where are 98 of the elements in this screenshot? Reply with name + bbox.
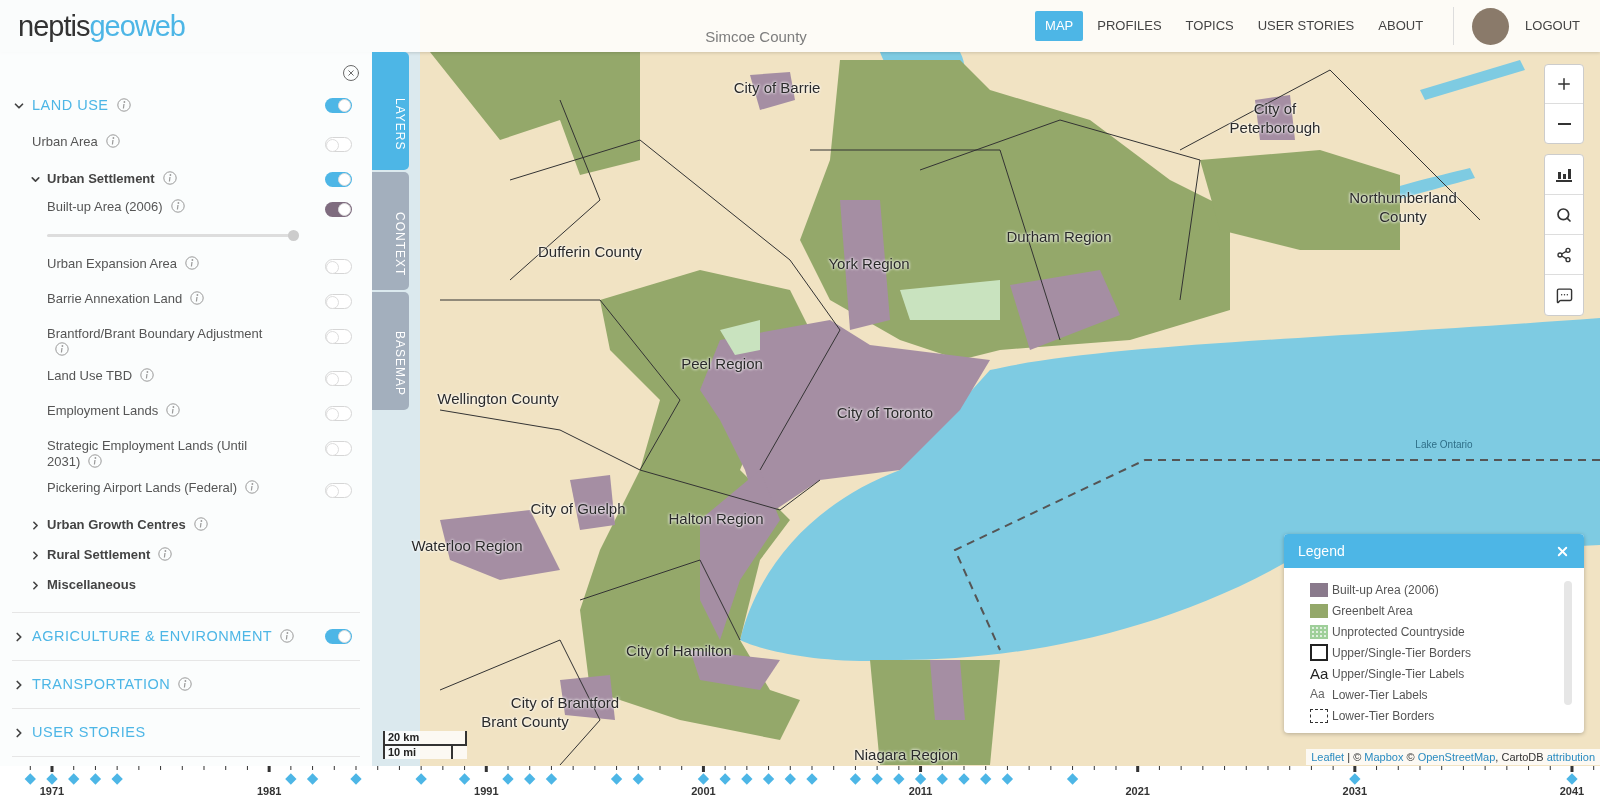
info-icon[interactable]	[185, 256, 200, 270]
minus-icon	[1557, 122, 1571, 125]
timeline-year[interactable]: 2011	[900, 783, 941, 799]
map-label: Durham Region	[1006, 226, 1112, 246]
layer-group-label[interactable]: Urban Growth Centres	[47, 517, 208, 533]
legend-label: Lower-Tier Borders	[1332, 707, 1435, 725]
attribution-text: | ©	[1346, 751, 1363, 763]
map-label: City of Toronto	[836, 402, 934, 422]
timeline-year[interactable]: 1981	[249, 783, 290, 799]
toggle-switch[interactable]	[325, 202, 352, 217]
info-icon[interactable]	[55, 342, 69, 356]
nav-tab[interactable]: USER STORIES	[1247, 11, 1365, 41]
toggle-switch[interactable]	[325, 98, 352, 113]
map-label: Dufferin County	[538, 241, 642, 261]
map-label: Northumberland County	[1348, 188, 1458, 226]
toggle-switch[interactable]	[325, 137, 352, 152]
timeline-year[interactable]: 1991	[466, 783, 507, 799]
toggle-switch[interactable]	[325, 483, 352, 498]
comment-icon	[1555, 286, 1573, 304]
timeline-year[interactable]: 2041	[1552, 783, 1592, 799]
search-icon	[1556, 206, 1572, 223]
scrollbar[interactable]	[1564, 581, 1572, 705]
info-icon[interactable]	[190, 291, 205, 305]
layer-group-label[interactable]: Miscellaneous	[47, 577, 136, 593]
layer-label: Built-up Area (2006)	[47, 199, 269, 215]
timeline-year[interactable]: 2031	[1334, 783, 1375, 799]
label-symbol: Aa	[1310, 686, 1326, 703]
info-icon[interactable]	[178, 676, 193, 691]
scale-bar: 10 mi	[383, 744, 453, 759]
info-icon[interactable]	[170, 199, 185, 213]
map-label: York Region	[828, 253, 910, 273]
map-label: Simcoe County	[705, 26, 807, 46]
nav-tab[interactable]: ABOUT	[1368, 11, 1434, 41]
legend-label: Built-up Area (2006)	[1332, 581, 1439, 599]
attribution-link[interactable]: Leaflet	[1311, 751, 1345, 763]
close-icon[interactable]	[342, 64, 360, 82]
layer-label: Strategic Employment Lands (Until 2031)	[47, 438, 249, 470]
attribution-text: ©	[1405, 751, 1416, 763]
info-icon[interactable]	[158, 547, 173, 561]
map-label: Halton Region	[668, 508, 764, 528]
nav-tab[interactable]: TOPICS	[1175, 11, 1244, 41]
map-label: City of Barrie	[733, 77, 821, 97]
map-label: Wellington County	[437, 388, 559, 408]
info-icon[interactable]	[193, 517, 208, 531]
layer-group-label[interactable]: Rural Settlement	[47, 547, 173, 563]
toggle-switch[interactable]	[325, 259, 352, 274]
plus-icon	[1555, 75, 1573, 93]
legend-label: Upper/Single-Tier Labels	[1332, 665, 1465, 683]
layer-label: Land Use TBD	[47, 368, 269, 384]
layer-label: Barrie Annexation Land	[47, 291, 269, 307]
attribution-link[interactable]: Mapbox	[1364, 751, 1404, 763]
info-icon[interactable]	[280, 628, 295, 643]
opacity-slider[interactable]	[47, 229, 299, 241]
toggle-switch[interactable]	[325, 406, 352, 421]
legend-label: Lower-Tier Labels	[1332, 686, 1428, 704]
map-label: City of Hamilton	[626, 640, 732, 660]
logo[interactable]: neptisgeoweb	[18, 11, 185, 41]
info-icon[interactable]	[88, 454, 103, 468]
toggle-switch[interactable]	[325, 329, 352, 344]
map-label: Waterloo Region	[411, 535, 523, 555]
timeline-year[interactable]: 2021	[1117, 783, 1158, 799]
label-symbol: Aa	[1310, 665, 1328, 682]
toggle-switch[interactable]	[325, 371, 352, 386]
layer-label: Urban Area	[32, 134, 254, 150]
info-icon[interactable]	[162, 171, 177, 185]
attribution-text: , CartoDB	[1495, 751, 1545, 763]
toggle-switch[interactable]	[325, 441, 352, 456]
map-label: Brant County	[481, 711, 569, 731]
attribution-link[interactable]: attribution	[1546, 751, 1595, 763]
scale-bar: 20 km	[383, 731, 467, 746]
map-label: Lake Ontario	[1415, 437, 1473, 452]
avatar[interactable]	[1472, 7, 1510, 45]
info-icon[interactable]	[105, 134, 120, 148]
share-icon	[1556, 246, 1572, 263]
legend-label: Greenbelt Area	[1332, 602, 1413, 620]
legend-title: Legend	[1298, 541, 1345, 561]
layer-label: Employment Lands	[47, 403, 269, 419]
toggle-switch[interactable]	[325, 171, 352, 187]
bar-chart-icon	[1555, 167, 1573, 182]
info-icon[interactable]	[166, 403, 181, 417]
legend-label: Unprotected Countryside	[1332, 623, 1465, 641]
timeline-year[interactable]: 1971	[32, 783, 72, 799]
timeline-year[interactable]: 2001	[683, 783, 724, 799]
info-icon[interactable]	[116, 97, 131, 112]
layer-label: Urban Expansion Area	[47, 256, 269, 272]
legend-label: Upper/Single-Tier Borders	[1332, 644, 1471, 662]
layer-label: Pickering Airport Lands (Federal)	[47, 480, 269, 496]
logout-button[interactable]: LOGOUT	[1525, 16, 1580, 36]
info-icon[interactable]	[140, 368, 155, 382]
toggle-switch[interactable]	[325, 294, 352, 309]
layer-label: Brantford/Brant Boundary Adjustment	[47, 326, 269, 358]
map-label: Peel Region	[681, 353, 763, 373]
info-icon[interactable]	[245, 480, 260, 494]
border-swatch-icon	[1310, 644, 1328, 661]
layer-group-label[interactable]: Urban Settlement	[47, 171, 177, 187]
toggle-switch[interactable]	[325, 629, 352, 644]
dashed-swatch-icon	[1310, 708, 1328, 723]
nav-tab[interactable]: PROFILES	[1087, 11, 1172, 41]
